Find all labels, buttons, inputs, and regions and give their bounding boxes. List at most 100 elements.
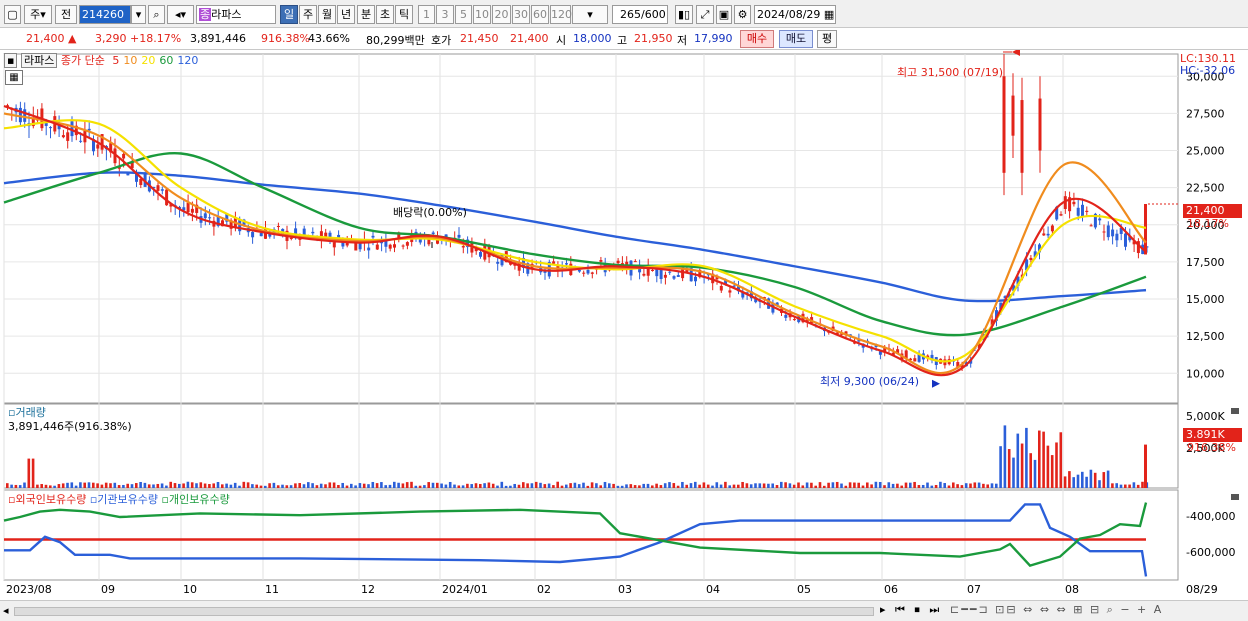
market-select[interactable]: 주▾	[24, 5, 52, 24]
ask-price: 21,450	[460, 32, 499, 45]
candle-body	[1081, 204, 1084, 217]
gear-icon[interactable]: ⚙	[734, 5, 751, 24]
stock-code-input[interactable]: 214260	[79, 5, 131, 24]
volume-bar	[706, 484, 710, 488]
volume-bar	[681, 481, 684, 488]
playback-controls[interactable]: ▸ ⏮ ⏹ ⏭	[880, 603, 942, 617]
period-button[interactable]: 월	[318, 5, 336, 24]
interval-button[interactable]: 60	[531, 5, 549, 24]
volume-bar	[685, 484, 688, 488]
draw-tool-icon[interactable]: ⤢	[696, 5, 714, 24]
volume-bar	[1020, 443, 1024, 488]
period-button[interactable]: 주	[299, 5, 317, 24]
volume-bar	[92, 482, 95, 488]
volume-bar	[921, 484, 925, 488]
volume-bar	[143, 482, 147, 488]
volume-bar	[805, 482, 809, 488]
pct-tag: 18.17%	[1187, 217, 1229, 230]
volume-bar	[1106, 470, 1110, 488]
name-badge: 종	[199, 8, 212, 21]
period-button[interactable]: 틱	[395, 5, 413, 24]
candle-body	[259, 232, 263, 237]
volume-bar	[719, 484, 723, 488]
volume-bar	[57, 484, 61, 488]
interval-button[interactable]: 5	[455, 5, 472, 24]
search-icon[interactable]: ⌕	[148, 5, 165, 24]
ma-legend-prefix: 종가 단순	[60, 54, 105, 67]
x-tick-label: 08	[1065, 583, 1079, 596]
buy-button[interactable]: 매수	[740, 30, 774, 48]
chart-tools[interactable]: ⊏━━⊐ ⊡⊟ ⇔ ⇔ ⇔ ⊞ ⊟ ⌕ − + A	[950, 603, 1163, 617]
candle-body	[457, 234, 461, 238]
volume-bar	[10, 484, 13, 488]
candle-body	[1124, 233, 1127, 247]
interval-button[interactable]: 120	[550, 5, 572, 24]
candle-body	[388, 244, 392, 249]
x-tick-label: 05	[797, 583, 811, 596]
volume-bar	[603, 481, 607, 488]
interval-button[interactable]: 1	[418, 5, 435, 24]
count-input[interactable]: 265/600	[612, 5, 668, 24]
calendar-icon[interactable]: ▦	[824, 8, 834, 21]
code-dropdown-icon[interactable]: ▾	[131, 5, 146, 24]
volume-bar	[1081, 471, 1084, 488]
volume-bar	[904, 482, 908, 488]
volume-bar	[337, 484, 340, 488]
volume-bar	[891, 483, 895, 488]
period-button[interactable]: 분	[357, 5, 375, 24]
candle-body	[1042, 233, 1046, 236]
volume-bar	[608, 483, 611, 488]
volume-bar	[281, 484, 284, 488]
period-mode-button[interactable]: 전	[55, 5, 77, 24]
candle-body	[311, 231, 315, 234]
volume-bar	[251, 484, 254, 488]
volume-bar	[823, 485, 826, 488]
sell-button[interactable]: 매도	[779, 30, 813, 48]
scroll-track[interactable]	[14, 607, 874, 616]
volume-bar	[401, 483, 405, 488]
volume-bar	[195, 483, 198, 488]
volume-bar	[53, 485, 56, 488]
candle-body	[461, 246, 465, 248]
volume-bar	[577, 484, 581, 488]
interval-button[interactable]: 20	[492, 5, 511, 24]
volume-bar	[354, 485, 357, 488]
volume-bar	[642, 483, 645, 488]
high-annotation: 최고 31,500 (07/19)	[897, 66, 1004, 79]
volume-bar	[1046, 445, 1050, 488]
volume-bar	[522, 482, 525, 488]
save-icon[interactable]: ▣	[716, 5, 732, 24]
interval-dropdown[interactable]: ▾	[572, 5, 608, 24]
eval-button[interactable]: 평	[817, 30, 837, 48]
candle-icon[interactable]: ▮▯	[675, 5, 693, 24]
grid-table-icon[interactable]: ▦	[5, 70, 23, 85]
volume-bar	[1025, 427, 1028, 488]
volume-bar	[973, 482, 977, 488]
volume-bar	[246, 482, 250, 488]
date-input[interactable]: 2024/08/29 ▦	[754, 5, 836, 24]
chart-window-icon[interactable]: ▢	[4, 5, 21, 24]
period-button[interactable]: 초	[376, 5, 394, 24]
volume-bar	[208, 484, 211, 488]
period-button[interactable]: 일	[280, 5, 298, 24]
volume-bar	[530, 483, 534, 488]
candle-body	[23, 109, 27, 122]
volume-bar	[109, 483, 112, 488]
volume-bar	[1050, 455, 1054, 488]
volume-bar	[410, 481, 413, 488]
interval-button[interactable]: 10	[473, 5, 491, 24]
speaker-icon[interactable]: ◂▾	[167, 5, 194, 24]
interval-button[interactable]: 30	[512, 5, 530, 24]
candle-body	[913, 358, 917, 362]
stock-chart[interactable]: 2023/08 09 10 11 12 2024/01 02 03 04 05 06 07 08 08/2…	[0, 50, 1248, 600]
stock-name-field[interactable]: 종라파스	[196, 5, 276, 24]
volume-bar	[173, 483, 177, 488]
interval-button[interactable]: 3	[436, 5, 454, 24]
scroll-left-icon[interactable]: ◂	[3, 604, 9, 617]
volume-bar	[534, 481, 538, 488]
ma-legend-item: 120	[177, 54, 199, 67]
menu-icon[interactable]: ▪	[4, 53, 18, 68]
period-button[interactable]: 년	[337, 5, 355, 24]
volume-bar	[724, 481, 727, 488]
volume-bar	[909, 482, 912, 488]
